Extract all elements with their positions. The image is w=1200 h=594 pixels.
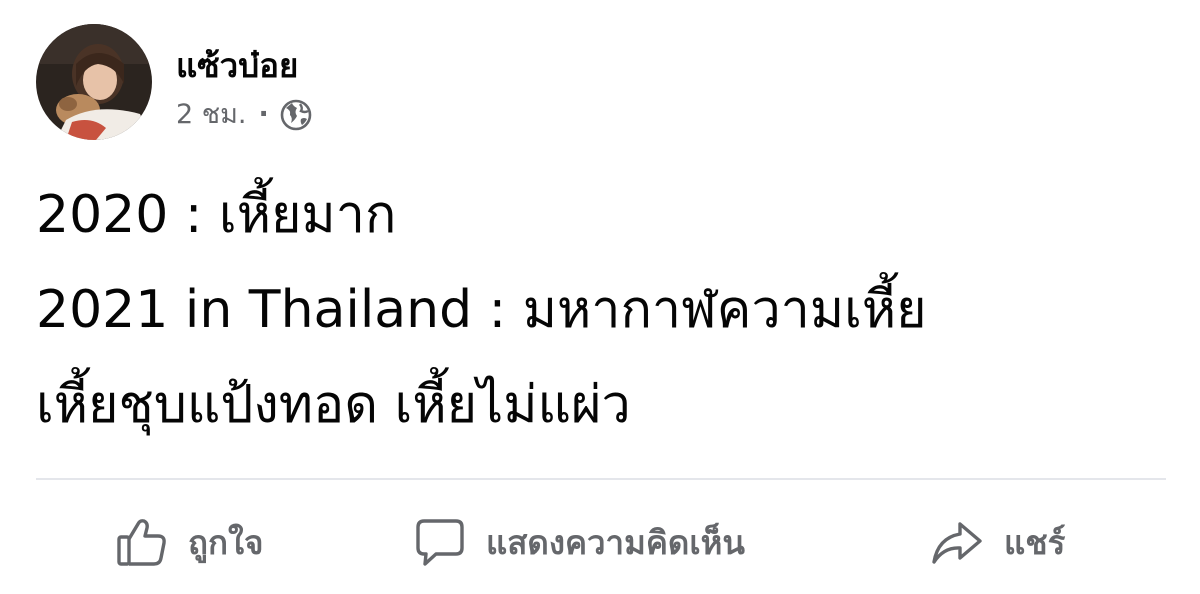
post-text-line: เหี้ยชุบแป้งทอด เหี้ยไม่แผ่ว — [36, 375, 631, 435]
like-label: ถูกใจ — [188, 522, 264, 562]
share-label: แชร์ — [1004, 522, 1066, 562]
comment-icon — [414, 516, 466, 568]
facebook-post: แซ้วบ๋อย 2 ชม. · 2020 : เหี้ยมาก 2021 in… — [0, 0, 1200, 594]
globe-icon — [279, 98, 313, 132]
share-icon — [930, 516, 984, 568]
share-button[interactable]: แชร์ — [930, 504, 1065, 580]
comment-label: แสดงความคิดเห็น — [486, 522, 745, 562]
post-text: 2020 : เหี้ยมาก 2021 in Thailand : มหากา… — [36, 168, 1166, 453]
separator-dot: · — [258, 99, 269, 130]
post-header: แซ้วบ๋อย 2 ชม. · — [36, 24, 313, 140]
divider — [36, 478, 1166, 480]
post-time[interactable]: 2 ชม. — [176, 99, 246, 131]
comment-button[interactable]: แสดงความคิดเห็น — [414, 504, 745, 580]
thumbs-up-icon — [116, 516, 168, 568]
action-bar: ถูกใจ แสดงความคิดเห็น แชร์ — [36, 504, 1166, 580]
author-name[interactable]: แซ้วบ๋อย — [176, 46, 313, 86]
like-button[interactable]: ถูกใจ — [116, 504, 263, 580]
post-text-line: 2020 : เหี้ยมาก — [36, 185, 397, 245]
avatar[interactable] — [36, 24, 152, 140]
post-meta: แซ้วบ๋อย 2 ชม. · — [176, 24, 313, 132]
post-text-line: 2021 in Thailand : มหากาฬความเหี้ย — [36, 280, 927, 340]
post-subline: 2 ชม. · — [176, 98, 313, 132]
